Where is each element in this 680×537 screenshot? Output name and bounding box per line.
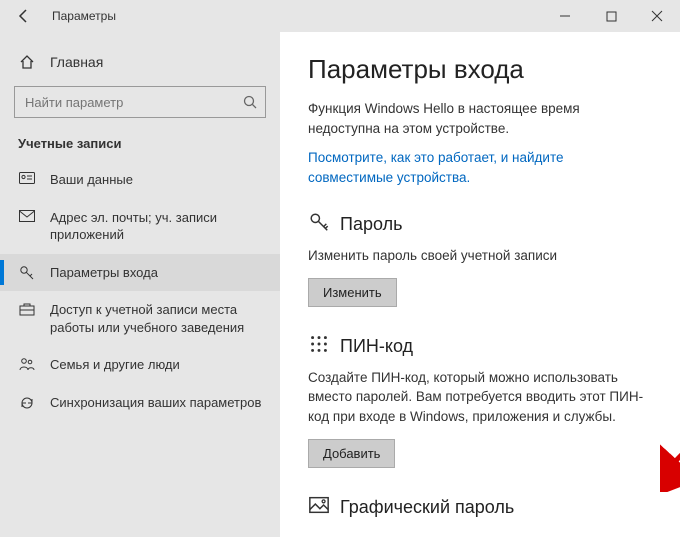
- key-icon: [18, 264, 36, 281]
- pin-desc: Создайте ПИН-код, который можно использо…: [308, 368, 652, 427]
- hello-learn-more-link[interactable]: Посмотрите, как это работает, и найдите …: [308, 148, 652, 187]
- briefcase-icon: [18, 301, 36, 316]
- window-title: Параметры: [48, 9, 116, 23]
- sidebar-item-email-accounts[interactable]: Адрес эл. почты; уч. записи приложений: [0, 199, 280, 254]
- back-button[interactable]: [0, 0, 48, 32]
- picture-icon: [308, 494, 330, 521]
- search-box[interactable]: [14, 86, 266, 118]
- sidebar-item-label: Параметры входа: [50, 264, 158, 282]
- picture-password-title: Графический пароль: [340, 497, 514, 518]
- window-titlebar: Параметры: [0, 0, 680, 32]
- picture-password-section: Графический пароль: [308, 494, 652, 521]
- sidebar-item-label: Адрес эл. почты; уч. записи приложений: [50, 209, 266, 244]
- annotation-arrow: [660, 372, 680, 492]
- content-panel: Параметры входа Функция Windows Hello в …: [280, 32, 680, 537]
- sidebar-item-label: Доступ к учетной записи места работы или…: [50, 301, 266, 336]
- keypad-icon: [308, 333, 330, 360]
- home-link[interactable]: Главная: [0, 42, 280, 82]
- close-button[interactable]: [634, 0, 680, 32]
- sidebar-item-work-access[interactable]: Доступ к учетной записи места работы или…: [0, 291, 280, 346]
- change-password-button[interactable]: Изменить: [308, 278, 397, 307]
- id-icon: [18, 171, 36, 184]
- page-title: Параметры входа: [308, 54, 652, 85]
- sidebar-item-label: Синхронизация ваших параметров: [50, 394, 261, 412]
- sidebar: Главная Учетные записи Ваши данные Адрес…: [0, 32, 280, 537]
- sidebar-item-family[interactable]: Семья и другие люди: [0, 346, 280, 384]
- search-icon: [235, 95, 265, 109]
- password-desc: Изменить пароль своей учетной записи: [308, 246, 652, 266]
- home-icon: [18, 54, 36, 70]
- sidebar-item-sync[interactable]: Синхронизация ваших параметров: [0, 384, 280, 422]
- sidebar-item-label: Ваши данные: [50, 171, 133, 189]
- sidebar-item-label: Семья и другие люди: [50, 356, 180, 374]
- sync-icon: [18, 394, 36, 411]
- password-title: Пароль: [340, 214, 402, 235]
- add-pin-button[interactable]: Добавить: [308, 439, 395, 468]
- pin-title: ПИН-код: [340, 336, 413, 357]
- sidebar-item-your-info[interactable]: Ваши данные: [0, 161, 280, 199]
- search-input[interactable]: [15, 95, 235, 110]
- sidebar-item-signin-options[interactable]: Параметры входа: [0, 254, 280, 292]
- mail-icon: [18, 209, 36, 222]
- minimize-button[interactable]: [542, 0, 588, 32]
- sidebar-group-header: Учетные записи: [0, 130, 280, 161]
- people-icon: [18, 356, 36, 371]
- pin-section: ПИН-код Создайте ПИН-код, который можно …: [308, 333, 652, 468]
- maximize-button[interactable]: [588, 0, 634, 32]
- password-section: Пароль Изменить пароль своей учетной зап…: [308, 211, 652, 307]
- home-label: Главная: [50, 54, 103, 70]
- hello-unavailable-text: Функция Windows Hello в настоящее время …: [308, 99, 652, 138]
- key-icon: [308, 211, 330, 238]
